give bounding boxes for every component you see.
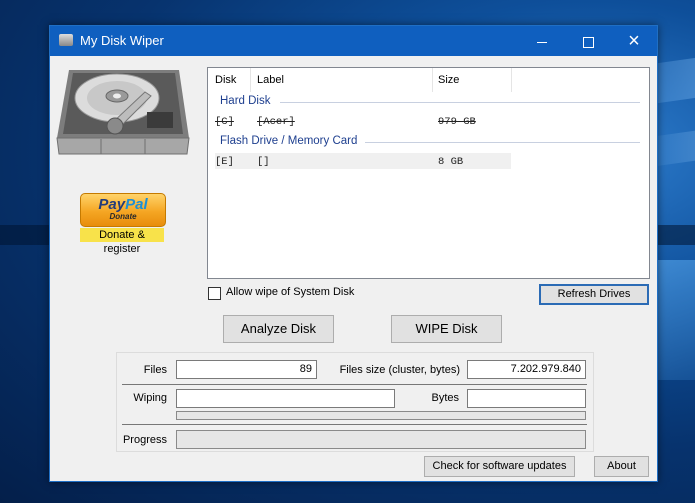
- minimize-icon: [537, 41, 547, 43]
- maximize-icon: [582, 36, 594, 48]
- files-label: Files: [143, 364, 167, 376]
- refresh-drives-button[interactable]: Refresh Drives: [539, 284, 649, 305]
- paypal-donate-button[interactable]: PayPal Donate: [80, 193, 166, 227]
- hdd-base: [56, 137, 190, 155]
- group-flash-drive: Flash Drive / Memory Card: [220, 135, 358, 147]
- paypal-pal-text: Pal: [125, 196, 148, 213]
- hdd-actuator: [106, 117, 124, 135]
- analyze-disk-button[interactable]: Analyze Disk: [223, 315, 334, 343]
- section-divider: [122, 384, 587, 385]
- files-count-field[interactable]: 89: [176, 360, 317, 379]
- wipe-disk-button[interactable]: WIPE Disk: [391, 315, 502, 343]
- column-separator[interactable]: [432, 68, 433, 92]
- section-divider: [122, 424, 587, 425]
- paypal-logo: PayPal: [81, 196, 165, 213]
- files-size-label: Files size (cluster, bytes): [339, 364, 460, 376]
- files-size-field[interactable]: 7.202.979.840: [467, 360, 586, 379]
- bytes-field[interactable]: [467, 389, 586, 408]
- drive-disk: [E]: [215, 156, 234, 168]
- close-button[interactable]: ×: [611, 26, 657, 56]
- hdd-chip: [147, 112, 173, 128]
- minimize-button[interactable]: [519, 26, 565, 56]
- wiping-label: Wiping: [133, 392, 167, 404]
- title-bar[interactable]: My Disk Wiper ×: [50, 26, 657, 56]
- hard-disk-icon: [59, 34, 73, 46]
- wiping-progress-bar: [176, 411, 586, 420]
- donate-register-link[interactable]: Donate & register: [80, 228, 164, 255]
- paypal-pay-text: Pay: [98, 196, 126, 213]
- drive-disk: [C]: [215, 116, 234, 128]
- allow-system-wipe-label[interactable]: Allow wipe of System Disk: [226, 286, 354, 298]
- drive-label: []: [257, 156, 270, 168]
- group-divider: [365, 142, 640, 143]
- close-icon: ×: [628, 30, 640, 52]
- check-updates-button[interactable]: Check for software updates: [424, 456, 575, 477]
- drive-size: 8 GB: [438, 156, 464, 168]
- paypal-donate-text: Donate: [109, 212, 137, 221]
- drive-size: 979 GB: [438, 116, 476, 128]
- column-separator[interactable]: [511, 68, 512, 92]
- drive-label: [Acer]: [257, 116, 295, 128]
- allow-system-wipe-checkbox[interactable]: [208, 287, 221, 300]
- hard-disk-illustration: [56, 70, 190, 155]
- wiping-field[interactable]: [176, 389, 395, 408]
- group-divider: [280, 102, 640, 103]
- column-separator[interactable]: [250, 68, 251, 92]
- column-header-size[interactable]: Size: [438, 68, 459, 92]
- overall-progress-bar: [176, 430, 586, 449]
- stats-panel: Files 89 Files size (cluster, bytes) 7.2…: [116, 352, 594, 452]
- app-window: My Disk Wiper × PayPal Donate Donate & r…: [49, 25, 658, 482]
- column-header-label[interactable]: Label: [257, 68, 284, 92]
- about-button[interactable]: About: [594, 456, 649, 477]
- drive-list[interactable]: Disk Label Size Hard Disk [C] [Acer] 979…: [207, 67, 650, 279]
- hdd-spindle-cap: [113, 93, 121, 99]
- maximize-button[interactable]: [565, 26, 611, 56]
- progress-label: Progress: [122, 434, 167, 446]
- window-title: My Disk Wiper: [80, 33, 164, 48]
- group-hard-disk: Hard Disk: [220, 95, 271, 107]
- bytes-label: Bytes: [431, 392, 459, 404]
- column-header-disk[interactable]: Disk: [215, 68, 236, 92]
